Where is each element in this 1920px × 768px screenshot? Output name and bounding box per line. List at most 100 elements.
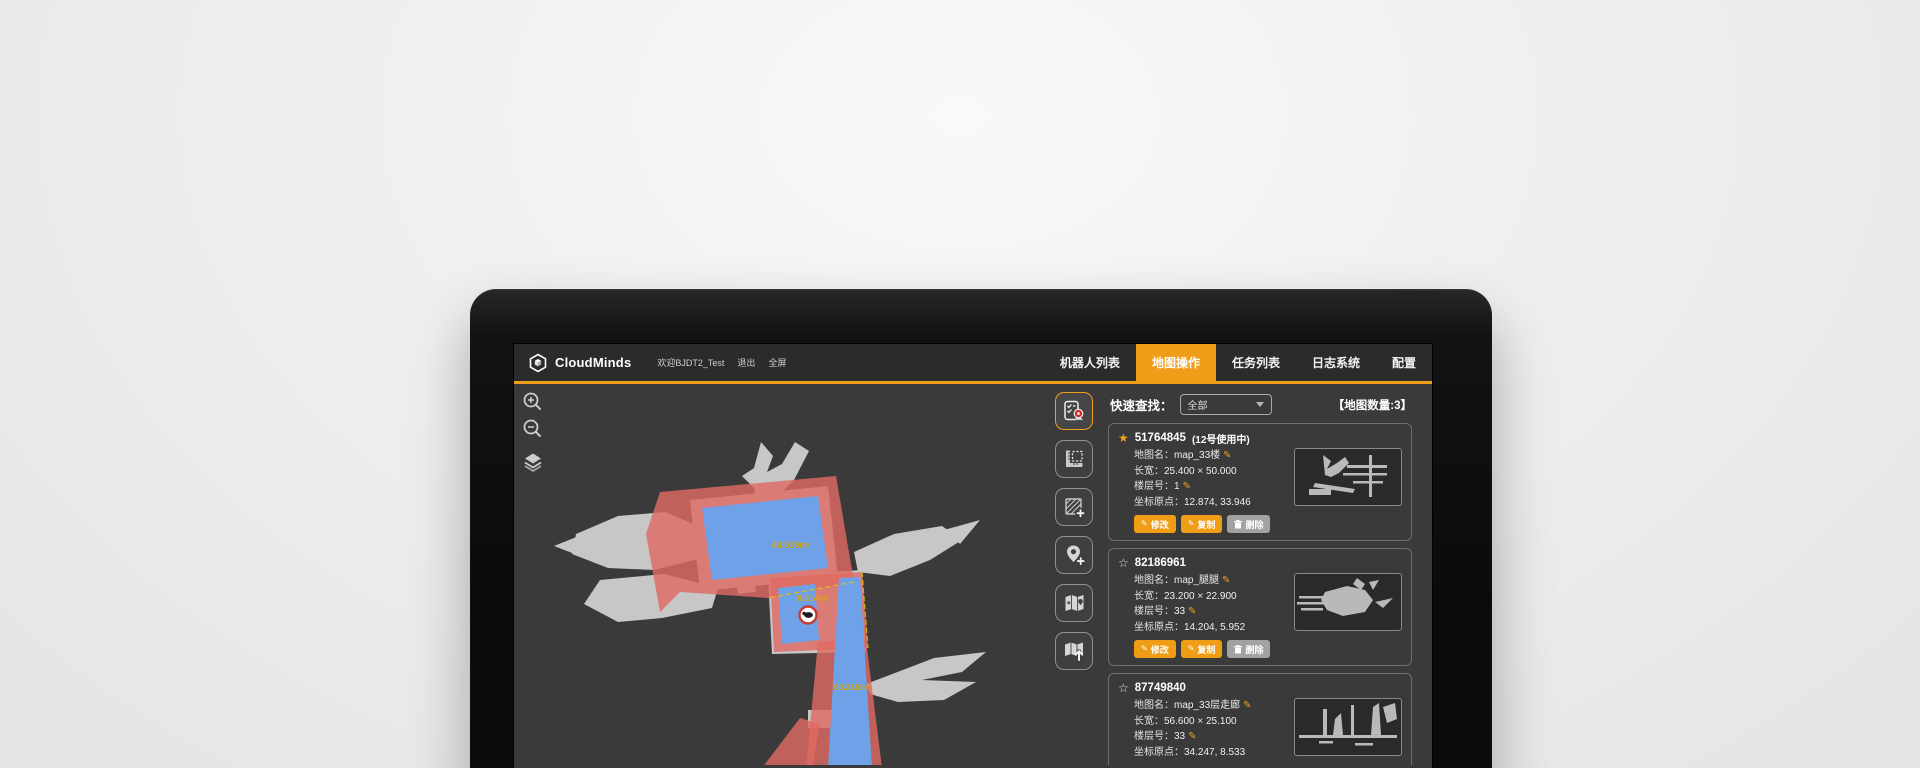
cloudminds-logo-icon [528,353,548,373]
edit-icon[interactable]: ✎ [1188,731,1196,742]
field-label: 长宽： [1134,466,1164,477]
map-thumbnail[interactable] [1294,698,1402,756]
nav-map-operation[interactable]: 地图操作 [1136,344,1216,381]
add-point-icon [1062,543,1086,567]
zoom-in-icon [522,391,544,413]
edit-icon: ✎ [1188,520,1195,528]
brand-name: CloudMinds [555,355,631,370]
field-label: 地图名： [1134,700,1174,711]
map-canvas[interactable]: 40.519m² 8.614m² 80.215m² [514,384,1050,765]
field-value: 34.247, 8.533 [1184,747,1245,758]
map-card: ★ 51764845 (12号使用中) 地图名：map_33楼✎ 长宽：25.4… [1108,423,1412,541]
map-id: 82186961 [1135,557,1186,569]
zoom-in-button[interactable] [521,390,545,414]
nav-log-system[interactable]: 日志系统 [1296,344,1376,381]
map-id: 87749840 [1135,682,1186,694]
welcome-text: 欢迎BJDT2_Test [657,356,724,369]
field-label: 地图名： [1134,575,1174,586]
map-thumbnail-image [1295,699,1401,755]
map-thumbnail-image [1295,449,1401,505]
map-view-controls [521,390,545,474]
copy-button[interactable]: ✎复制 [1181,640,1223,658]
field-label: 坐标原点： [1134,747,1184,758]
map-with-pin-icon [1062,591,1086,615]
photo-background: CloudMinds 欢迎BJDT2_Test 退出 全屏 机器人列表 地图操作… [0,0,1920,768]
map-count-badge: 【地图数量:3】 [1333,397,1412,413]
field-value: 23.200 × 22.900 [1164,591,1237,602]
map-toolbar [1050,384,1098,765]
room-areas [702,496,872,765]
app-screen: CloudMinds 欢迎BJDT2_Test 退出 全屏 机器人列表 地图操作… [514,344,1432,768]
nav-robot-list[interactable]: 机器人列表 [1044,344,1136,381]
floor-map[interactable]: 40.519m² 8.614m² 80.215m² [514,384,1050,765]
chevron-down-icon [1256,402,1264,407]
favorite-star-icon[interactable]: ☆ [1118,557,1129,569]
nav-task-list[interactable]: 任务列表 [1216,344,1296,381]
field-value: map_33层走廊 [1174,700,1240,711]
map-with-pin-button[interactable] [1055,584,1093,622]
field-value: 56.600 × 25.100 [1164,716,1237,727]
filter-select[interactable]: 全部 [1180,394,1272,415]
field-value: 14.204, 5.952 [1184,622,1245,633]
field-label: 楼层号： [1134,606,1174,617]
modify-button[interactable]: ✎修改 [1134,640,1176,658]
field-label: 楼层号： [1134,731,1174,742]
layers-button[interactable] [521,450,545,474]
field-value: 33 [1174,731,1185,742]
delete-button[interactable]: 删除 [1227,515,1270,533]
quick-search-label: 快速查找： [1110,395,1173,414]
favorite-star-icon[interactable]: ☆ [1118,682,1129,694]
field-value: 25.400 × 50.000 [1164,466,1237,477]
measure-area-button[interactable] [1055,440,1093,478]
edit-icon[interactable]: ✎ [1243,700,1251,711]
task-point-list-button[interactable] [1055,392,1093,430]
zoom-out-icon [522,418,544,440]
map-thumbnail[interactable] [1294,573,1402,631]
map-id-note: (12号使用中) [1192,431,1250,446]
map-thumbnail[interactable] [1294,448,1402,506]
edit-icon: ✎ [1188,645,1195,653]
edit-icon: ✎ [1141,645,1148,653]
edit-icon[interactable]: ✎ [1183,481,1191,492]
field-value: map_33楼 [1174,450,1220,461]
edit-icon[interactable]: ✎ [1223,450,1231,461]
nav-config[interactable]: 配置 [1376,344,1432,381]
fullscreen-link[interactable]: 全屏 [768,356,786,369]
add-point-button[interactable] [1055,536,1093,574]
upload-map-icon [1062,639,1086,663]
modify-button[interactable]: ✎修改 [1134,515,1176,533]
add-region-icon [1062,495,1086,519]
map-card: ☆ 82186961 地图名：map_腿腿✎ 长宽：23.200 × 22.90… [1108,548,1412,666]
field-label: 长宽： [1134,591,1164,602]
logout-link[interactable]: 退出 [737,356,755,369]
layers-icon [522,451,544,473]
area-label: 40.519m² [772,540,811,550]
area-label: 80.215m² [834,682,871,692]
map-id: 51764845 [1135,432,1186,444]
field-value: 1 [1174,481,1180,492]
field-value: map_腿腿 [1174,575,1219,586]
quick-search-row: 快速查找： 全部 【地图数量:3】 [1110,394,1412,415]
zoom-out-button[interactable] [521,417,545,441]
edit-icon[interactable]: ✎ [1222,575,1230,586]
add-region-button[interactable] [1055,488,1093,526]
field-label: 坐标原点： [1134,497,1184,508]
map-list-panel: 快速查找： 全部 【地图数量:3】 ★ 51764845 (12号使用中) [1098,384,1432,765]
measure-area-icon [1062,447,1086,471]
field-label: 楼层号： [1134,481,1174,492]
field-value: 33 [1174,606,1185,617]
field-label: 地图名： [1134,450,1174,461]
field-label: 坐标原点： [1134,622,1184,633]
main-nav: 机器人列表 地图操作 任务列表 日志系统 配置 [1044,344,1432,381]
favorite-star-icon[interactable]: ★ [1118,432,1129,444]
robot-marker[interactable] [800,607,817,624]
session-links: 欢迎BJDT2_Test 退出 全屏 [657,356,786,369]
brand: CloudMinds [528,353,631,373]
upload-map-button[interactable] [1055,632,1093,670]
map-thumbnail-image [1295,574,1401,630]
trash-icon [1234,645,1242,654]
edit-icon[interactable]: ✎ [1188,606,1196,617]
delete-button[interactable]: 删除 [1227,640,1270,658]
laptop-device: CloudMinds 欢迎BJDT2_Test 退出 全屏 机器人列表 地图操作… [470,289,1492,768]
copy-button[interactable]: ✎复制 [1181,515,1223,533]
